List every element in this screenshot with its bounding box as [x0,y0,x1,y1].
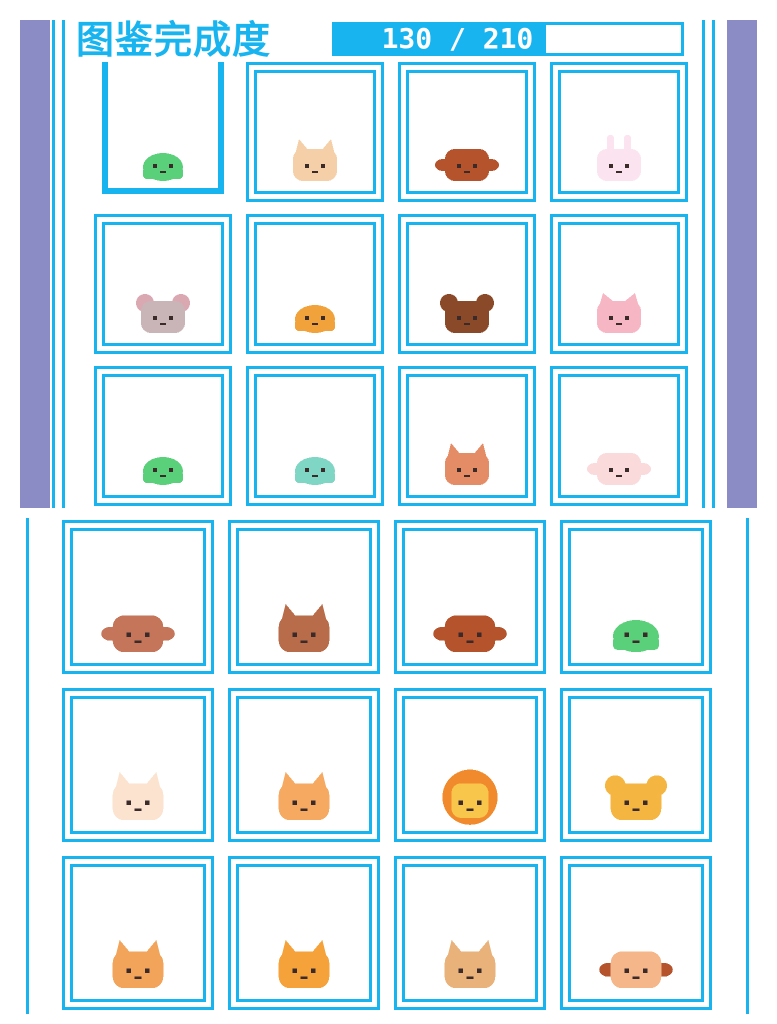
bear-face-icon [435,285,499,341]
frame-line-left [26,518,29,1014]
top-monster-slot[interactable] [246,366,384,506]
frame-line-left-inner [62,20,65,508]
progress-text: 130 / 210 (61%) [381,22,635,55]
bottom-monster-slot[interactable] [62,520,214,674]
white-cat-face-icon [101,765,175,829]
top-monster-slot[interactable] [550,62,688,202]
green-slime-icon [131,437,195,493]
right-side-bar [727,20,757,508]
bottom-monster-slot[interactable] [228,688,380,842]
frame-line-right [746,518,749,1014]
sheep-face-icon [587,437,651,493]
tan-cat-face-icon [433,933,507,997]
top-monster-slot[interactable] [550,214,688,354]
top-monster-slot[interactable] [398,214,536,354]
bottom-monster-slot[interactable] [394,520,546,674]
monkey-face-icon [433,597,507,661]
top-monster-slot[interactable] [94,62,232,202]
tiger-face-icon [267,765,341,829]
bottom-screen [0,508,777,1024]
green-slime-icon [599,597,673,661]
mouse-face-icon [131,285,195,341]
top-monster-slot[interactable] [246,62,384,202]
monkey-face-icon [435,133,499,189]
yellow-bear-face-icon [599,765,673,829]
cat-face-icon [283,133,347,189]
top-monster-slot[interactable] [398,366,536,506]
deer-face-icon [435,437,499,493]
bottom-monster-slot[interactable] [394,688,546,842]
bottom-monster-slot[interactable] [228,520,380,674]
bottom-monster-slot[interactable] [560,520,712,674]
teal-fish-slime-icon [283,437,347,493]
bottom-monster-slot[interactable] [560,856,712,1010]
frame-line-right [712,20,715,508]
completion-header: 图鉴完成度 130 / 210 (61%) [76,18,686,62]
bottom-monster-slot[interactable] [394,856,546,1010]
top-monster-slot[interactable] [246,214,384,354]
completion-progress-bar: 130 / 210 (61%) [332,22,684,56]
top-monster-slot[interactable] [550,366,688,506]
left-side-bar [20,20,50,508]
top-monster-slot[interactable] [94,214,232,354]
bottom-monster-slot[interactable] [228,856,380,1010]
frame-line-left [52,20,55,508]
puppy-face-icon [599,933,673,997]
frame-line-right-inner [702,20,705,508]
top-monster-slot[interactable] [398,62,536,202]
horse-face-icon [267,597,341,661]
bottom-monster-slot[interactable] [560,688,712,842]
lion-face-icon [433,765,507,829]
bottom-monster-slot[interactable] [62,688,214,842]
orange-slime-icon [283,285,347,341]
orange-tiger-face-icon [267,933,341,997]
rabbit-face-icon [587,133,651,189]
top-screen: 图鉴完成度 130 / 210 (61%) [0,0,777,508]
cow-face-icon [101,597,175,661]
pig-face-icon [587,285,651,341]
top-monster-slot[interactable] [94,366,232,506]
bottom-monster-slot[interactable] [62,856,214,1010]
page-title: 图鉴完成度 [76,18,272,62]
fox-face-icon [101,933,175,997]
green-slime-icon [131,133,195,189]
